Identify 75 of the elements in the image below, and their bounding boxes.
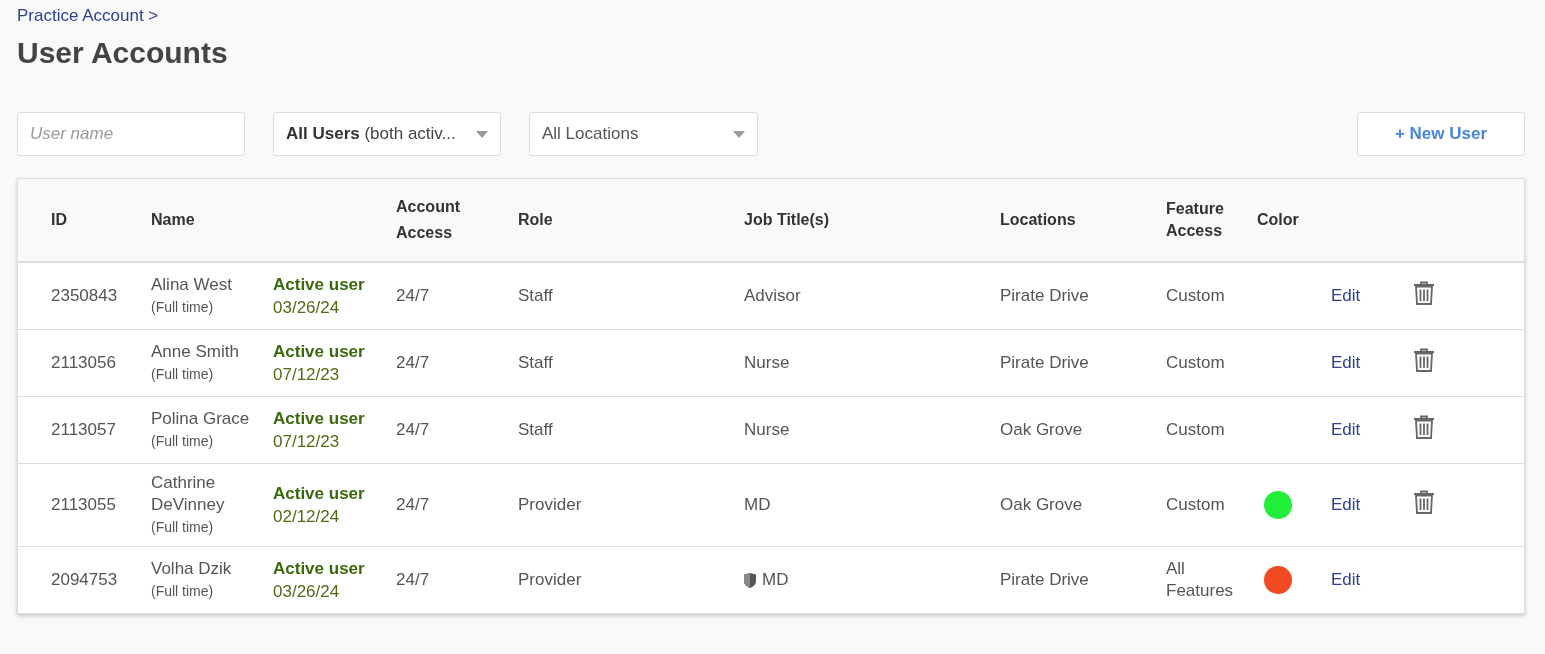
column-header: ID: [51, 210, 68, 230]
status-date: 03/26/24: [273, 297, 341, 319]
breadcrumb-link[interactable]: Practice Account >: [17, 6, 159, 26]
page-title: User Accounts: [17, 36, 229, 70]
account-access-cell-text: 24/7: [396, 570, 431, 590]
user-name-search-field[interactable]: User name: [17, 112, 245, 156]
employment-type: (Full time): [151, 582, 215, 601]
trash-icon[interactable]: [1413, 347, 1435, 373]
edit-link[interactable]: Edit: [1331, 353, 1413, 373]
edit-link[interactable]: Edit: [1331, 286, 1413, 306]
job-title-cell: MD: [762, 570, 789, 590]
role-cell-text: Provider: [518, 570, 583, 590]
job-title-cell: MD: [744, 495, 771, 515]
caret-icon: [476, 130, 488, 138]
account-access-cell-text: 24/7: [396, 353, 431, 373]
job-title-cell: Nurse: [744, 353, 790, 373]
trash-icon[interactable]: [1413, 414, 1435, 440]
employment-type: (Full time): [151, 365, 215, 384]
feature-access-cell-text: Custom: [1166, 285, 1226, 307]
status-date: 03/26/24: [273, 581, 341, 603]
location-dropdown[interactable]: All Locations: [529, 112, 758, 156]
edit-link[interactable]: Edit: [1331, 420, 1413, 440]
column-header: Job Title(s): [744, 210, 831, 230]
role-cell-text: Provider: [518, 495, 583, 515]
job-title-cell: Nurse: [744, 420, 790, 440]
column-header: Feature Access: [1166, 199, 1225, 241]
user-id-cell-text: 2094753: [51, 570, 119, 590]
caret-icon: [733, 130, 745, 138]
edit-link[interactable]: Edit: [1331, 570, 1413, 590]
column-header: Locations: [1000, 210, 1077, 230]
user-id-cell-text: 2350843: [51, 286, 119, 306]
user-name: Volha Dzik: [151, 558, 233, 580]
feature-access-cell-text: Custom: [1166, 352, 1226, 374]
column-header: Color: [1257, 210, 1300, 230]
feature-access-cell-text: Custom: [1166, 494, 1226, 516]
user-status: Active user: [273, 274, 366, 296]
job-title-cell: Advisor: [744, 286, 801, 306]
account-access-cell-text: 24/7: [396, 495, 431, 515]
column-header: Role: [518, 210, 554, 230]
feature-access-cell-text: Custom: [1166, 419, 1226, 441]
user-id-cell-text: 2113057: [51, 420, 117, 440]
column-header: Account Access: [396, 197, 461, 243]
user-name: Alina West: [151, 274, 233, 296]
user-name: Polina Grace: [151, 408, 251, 430]
feature-access-cell-text: All Features: [1166, 558, 1235, 602]
user-name: Anne Smith: [151, 341, 240, 363]
location-cell-text: Oak Grove: [1000, 495, 1084, 515]
trash-icon[interactable]: [1413, 489, 1435, 515]
user-status-dropdown[interactable]: All Users (both activ...: [273, 112, 501, 156]
status-date: 07/12/23: [273, 364, 341, 386]
location-cell-text: Pirate Drive: [1000, 570, 1090, 590]
employment-type: (Full time): [151, 518, 215, 537]
location-cell-text: Pirate Drive: [1000, 286, 1090, 306]
role-cell-text: Staff: [518, 353, 554, 373]
user-status: Active user: [273, 483, 366, 505]
account-access-cell-text: 24/7: [396, 420, 431, 440]
role-cell-text: Staff: [518, 420, 554, 440]
user-name: Cathrine DeVinney: [151, 472, 226, 516]
new-user-button[interactable]: + New User: [1357, 112, 1525, 156]
account-access-cell-text: 24/7: [396, 286, 431, 306]
role-cell-text: Staff: [518, 286, 554, 306]
user-id-cell-text: 2113056: [51, 353, 117, 373]
user-status: Active user: [273, 408, 366, 430]
status-date: 02/12/24: [273, 506, 341, 528]
user-status: Active user: [273, 558, 366, 580]
status-date: 07/12/23: [273, 431, 341, 453]
edit-link[interactable]: Edit: [1331, 495, 1413, 515]
employment-type: (Full time): [151, 298, 215, 317]
location-cell-text: Pirate Drive: [1000, 353, 1090, 373]
employment-type: (Full time): [151, 432, 215, 451]
trash-icon[interactable]: [1413, 280, 1435, 306]
column-header: Name: [151, 210, 196, 230]
user-status: Active user: [273, 341, 366, 363]
user-id-cell-text: 2113055: [51, 495, 117, 515]
location-cell-text: Oak Grove: [1000, 420, 1084, 440]
